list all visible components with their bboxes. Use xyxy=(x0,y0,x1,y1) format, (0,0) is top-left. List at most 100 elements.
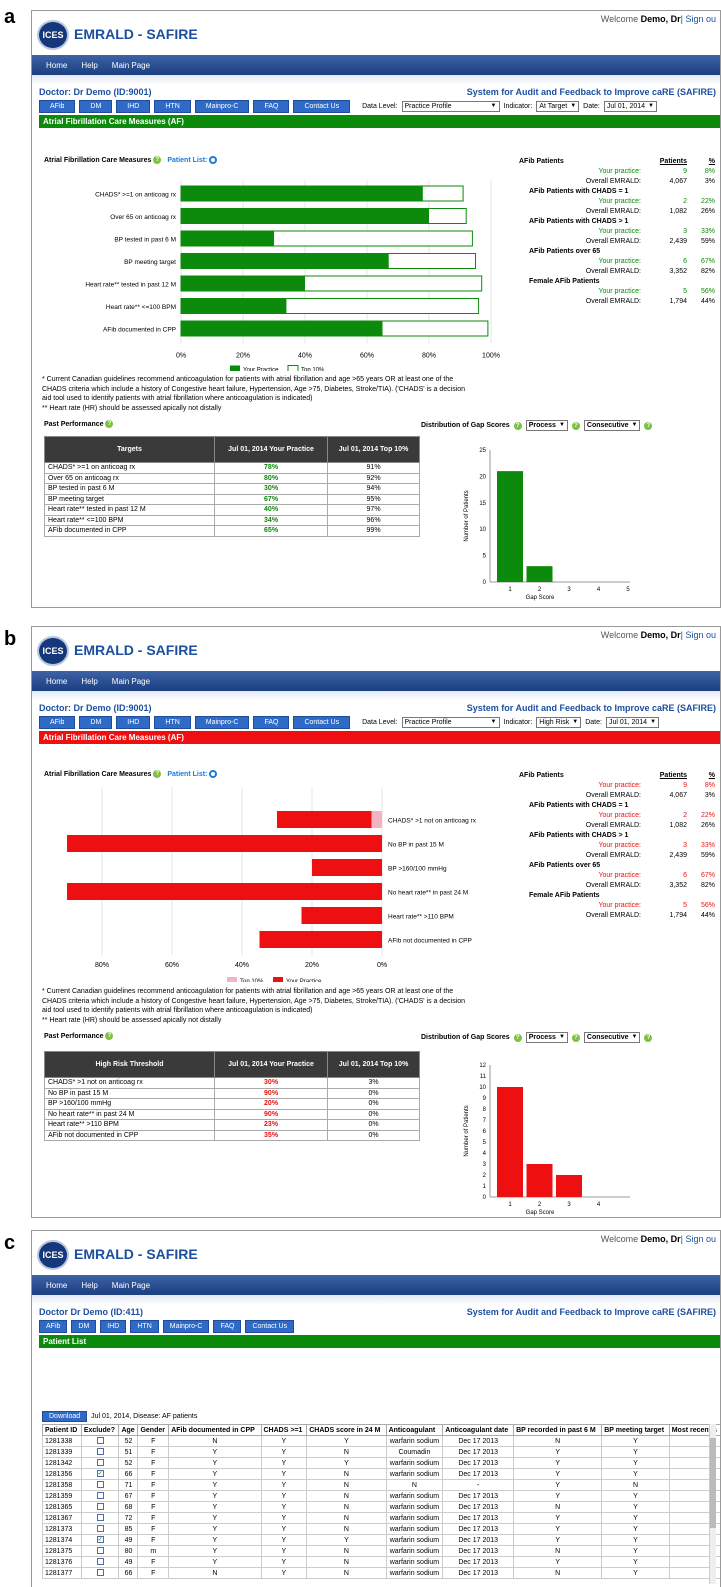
exclude-checkbox[interactable]: ✓ xyxy=(80,1468,120,1480)
patient-list-link[interactable]: Patient List: xyxy=(167,771,207,778)
bar-your-practice xyxy=(181,186,423,201)
nav-home[interactable]: Home xyxy=(46,677,67,686)
col-header[interactable]: Anticoagulant date xyxy=(442,1424,515,1436)
tab-htn[interactable]: HTN xyxy=(154,715,191,729)
exclude-checkbox[interactable] xyxy=(80,1556,120,1568)
col-header[interactable]: CHADS score in 24 M xyxy=(306,1424,387,1436)
data-level-select[interactable]: Practice Profile ▼ xyxy=(401,716,500,728)
table-row[interactable]: 1281365 68 F Y Y Nwarfarin sodium Dec 17 2013 N… xyxy=(42,1501,720,1513)
exclude-checkbox[interactable] xyxy=(80,1567,120,1579)
tab-afib[interactable]: AFib xyxy=(39,1319,68,1333)
help-icon[interactable]: ? xyxy=(571,421,580,430)
patient-list-link[interactable]: Patient List: xyxy=(167,157,207,164)
tab-faq[interactable]: FAQ xyxy=(253,715,290,729)
col-header[interactable]: Age xyxy=(118,1424,139,1436)
table-row[interactable]: 1281376 49 F Y Y Nwarfarin sodium Dec 17 2013 Y… xyxy=(42,1556,720,1568)
col-header[interactable]: Anticoagulant xyxy=(385,1424,444,1436)
nav-main-page[interactable]: Main Page xyxy=(112,677,150,686)
table-row[interactable]: 1281338 52 F N Y Ywarfarin sodium Dec 17 2013 N… xyxy=(42,1435,720,1447)
help-icon[interactable]: ? xyxy=(571,1033,580,1042)
table-row[interactable]: 1281359 67 F Y Y Nwarfarin sodium Dec 17 2013 Y… xyxy=(42,1490,720,1502)
help-icon[interactable]: ? xyxy=(105,1032,114,1040)
tab-mainpro-c[interactable]: Mainpro-C xyxy=(162,1319,210,1333)
tab-dm[interactable]: DM xyxy=(71,1319,97,1333)
exclude-checkbox[interactable]: ✓ xyxy=(80,1534,120,1546)
exclude-checkbox[interactable] xyxy=(80,1545,120,1557)
tab-htn[interactable]: HTN xyxy=(130,1319,159,1333)
table-row[interactable]: 1281339 51 F Y Y N Coumadin Dec 17 2013 Y Y xyxy=(42,1446,720,1458)
table-scrollbar[interactable] xyxy=(709,1424,716,1584)
table-row[interactable]: 1281377 66 F N Y Nwarfarin sodium Dec 17 2013 N… xyxy=(42,1567,720,1579)
table-row[interactable]: 1281356 ✓ 66 F Y Y Nwarfarin sodium Dec 17 2013… xyxy=(42,1468,720,1480)
exclude-checkbox[interactable] xyxy=(80,1457,120,1469)
indicator-select[interactable]: High Risk ▼ xyxy=(536,716,582,728)
date-select[interactable]: Jul 01, 2014 ▼ xyxy=(603,100,657,112)
nav-help[interactable]: Help xyxy=(81,61,97,70)
tab-ihd[interactable]: IHD xyxy=(116,715,151,729)
exclude-checkbox[interactable] xyxy=(80,1435,120,1447)
data-level-select[interactable]: Practice Profile ▼ xyxy=(401,100,500,112)
tab-dm[interactable]: DM xyxy=(79,99,113,113)
col-header[interactable]: BP recorded in past 6 M xyxy=(513,1424,603,1436)
tab-dm[interactable]: DM xyxy=(79,715,113,729)
tab-contact-us[interactable]: Contact Us xyxy=(293,715,351,729)
help-icon[interactable]: ? xyxy=(153,156,162,164)
date-select[interactable]: Jul 01, 2014 ▼ xyxy=(605,716,660,728)
tab-ihd[interactable]: IHD xyxy=(116,99,151,113)
exclude-checkbox[interactable] xyxy=(80,1446,120,1458)
col-header[interactable]: BP meeting target xyxy=(601,1424,670,1436)
exclude-checkbox[interactable] xyxy=(80,1490,120,1502)
col-header[interactable]: CHADS >=1 xyxy=(260,1424,308,1436)
nav-help[interactable]: Help xyxy=(81,1281,97,1290)
table-row[interactable]: 1281358 71 F Y Y N N - Y N xyxy=(42,1479,720,1491)
tab-afib[interactable]: AFib xyxy=(39,715,76,729)
tab-faq[interactable]: FAQ xyxy=(253,99,290,113)
col-header[interactable]: Exclude? xyxy=(80,1424,120,1436)
tab-htn[interactable]: HTN xyxy=(154,99,191,113)
help-icon[interactable]: ? xyxy=(105,420,114,428)
help-icon[interactable]: ? xyxy=(644,421,653,430)
cell: Y xyxy=(601,1556,670,1568)
col-header[interactable]: Gender xyxy=(137,1424,170,1436)
gap-type-select[interactable]: Process ▼ xyxy=(525,1032,568,1043)
tab-ihd[interactable]: IHD xyxy=(100,1319,127,1333)
exclude-checkbox[interactable] xyxy=(80,1523,120,1535)
nav-help[interactable]: Help xyxy=(81,677,97,686)
tab-mainpro-c[interactable]: Mainpro-C xyxy=(194,715,250,729)
help-icon[interactable]: ? xyxy=(513,421,522,430)
col-header[interactable]: AFib documented in CPP xyxy=(168,1424,262,1436)
tab-contact-us[interactable]: Contact Us xyxy=(293,99,351,113)
exclude-checkbox[interactable] xyxy=(80,1501,120,1513)
top10-value: 96% xyxy=(327,514,420,526)
table-row[interactable]: 1281375 80 m Y Y Nwarfarin sodium Dec 17 2013 N… xyxy=(42,1545,720,1557)
gap-mode-select[interactable]: Consecutive ▼ xyxy=(583,1032,641,1043)
patient-list-icon[interactable] xyxy=(209,770,218,778)
nav-main-page[interactable]: Main Page xyxy=(112,1281,150,1290)
exclude-checkbox[interactable] xyxy=(80,1512,120,1524)
nav-main-page[interactable]: Main Page xyxy=(112,61,150,70)
col-header[interactable]: Patient ID xyxy=(42,1424,82,1436)
sign-out-link[interactable]: | Sign ou xyxy=(681,630,716,640)
nav-home[interactable]: Home xyxy=(46,1281,67,1290)
table-row[interactable]: 1281374 ✓ 49 F Y Y Ywarfarin sodium Dec 17 2013… xyxy=(42,1534,720,1546)
patient-list-icon[interactable] xyxy=(209,156,218,164)
table-row[interactable]: 1281373 85 F Y Y Nwarfarin sodium Dec 17 2013 Y… xyxy=(42,1523,720,1535)
tab-mainpro-c[interactable]: Mainpro-C xyxy=(194,99,250,113)
download-button[interactable]: Download xyxy=(42,1411,88,1422)
indicator-select[interactable]: At Target ▼ xyxy=(536,100,580,112)
sign-out-link[interactable]: | Sign ou xyxy=(681,1234,716,1244)
tab-faq[interactable]: FAQ xyxy=(213,1319,242,1333)
help-icon[interactable]: ? xyxy=(153,770,162,778)
tab-contact-us[interactable]: Contact Us xyxy=(245,1319,295,1333)
gap-type-select[interactable]: Process ▼ xyxy=(525,420,568,431)
nav-home[interactable]: Home xyxy=(46,61,67,70)
table-row[interactable]: 1281342 52 F Y Y Ywarfarin sodium Dec 17 2013 Y… xyxy=(42,1457,720,1469)
help-icon[interactable]: ? xyxy=(644,1033,653,1042)
tab-afib[interactable]: AFib xyxy=(39,99,76,113)
table-row[interactable]: 1281367 72 F Y Y Nwarfarin sodium Dec 17 2013 Y… xyxy=(42,1512,720,1524)
gap-mode-select[interactable]: Consecutive ▼ xyxy=(583,420,641,431)
exclude-checkbox[interactable] xyxy=(80,1479,120,1491)
cell: Y xyxy=(601,1468,670,1480)
help-icon[interactable]: ? xyxy=(513,1033,522,1042)
sign-out-link[interactable]: | Sign ou xyxy=(681,14,716,24)
